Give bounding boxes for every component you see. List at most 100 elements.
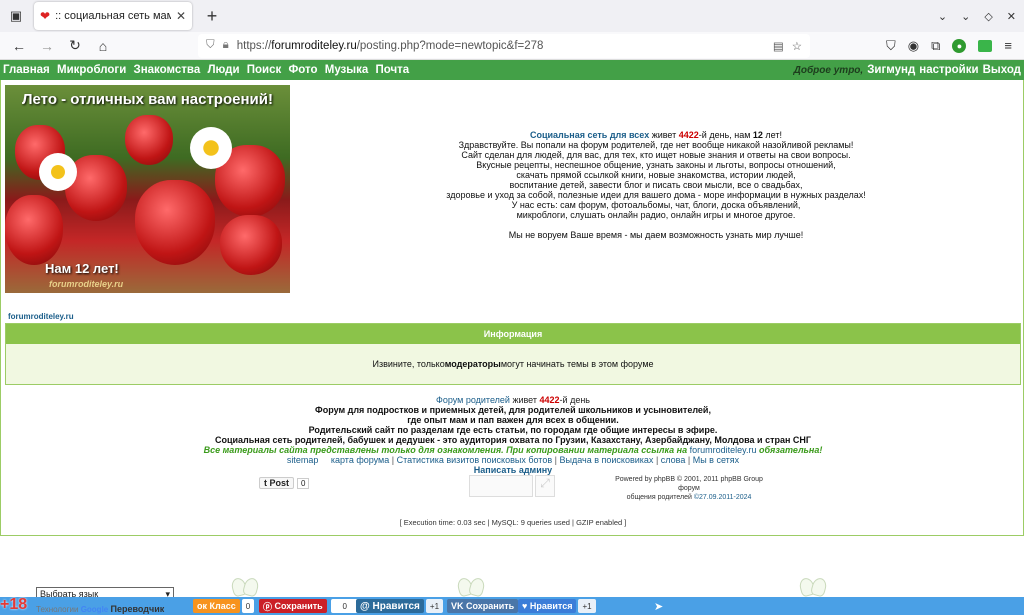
expand-icon[interactable]: ⤢ (535, 475, 555, 497)
like-icon: @ (360, 600, 373, 612)
words-link[interactable]: слова (661, 455, 686, 465)
pinterest-count: 0 (330, 599, 359, 613)
like-count: +1 (425, 599, 444, 613)
ok-count: 0 (241, 599, 255, 613)
pocket-icon[interactable]: ⛉ (886, 38, 896, 54)
window-controls: ⌄ ⌄ ◇ ✕ (938, 0, 1016, 32)
menu-people[interactable]: Люди (207, 64, 239, 76)
content-frame: Лето - отличных вам настроений! Нам 12 л… (0, 80, 1024, 536)
google-translate-credit: Технологии Google Переводчик (36, 604, 165, 614)
heart-count: +1 (578, 599, 596, 613)
like-button[interactable]: @ Нравится (356, 599, 424, 613)
tumblr-post-button[interactable]: t Post (259, 477, 295, 489)
footer-bold-line: Родительский сайт по разделам где есть с… (308, 425, 718, 435)
like-share: @ Нравится +1 (356, 599, 444, 613)
info-header: Информация (6, 324, 1020, 344)
greeting: Доброе утро, (793, 64, 864, 76)
tumblr-share: t Post 0 (259, 476, 310, 490)
chevron-down-icon[interactable]: ⌄ (938, 10, 947, 23)
heart-icon: ♥ (522, 601, 530, 611)
notice-site-link[interactable]: forumroditeley.ru (690, 445, 757, 455)
shield-icon: ⛉ (206, 39, 215, 51)
info-box: Информация Извините, только модераторы м… (5, 323, 1021, 385)
banner-image: Лето - отличных вам настроений! Нам 12 л… (5, 85, 290, 293)
forum-link[interactable]: Форум родителей (436, 395, 510, 405)
browser-tab-bar: ▣ ❤ :: социальная сеть мам и п ✕ + ⌄ ⌄ ◇… (0, 0, 1024, 32)
write-admin-link[interactable]: Написать админу (1, 465, 1024, 475)
browser-nav-bar: ← → ↻ ⌂ ⛉ 🔒︎ https://forumroditeley.ru/p… (0, 32, 1024, 60)
toolbar-icons: ⛉ ◉ ⧉ ● ≡ (886, 38, 1018, 54)
butterfly-decoration (458, 576, 484, 598)
menu-music[interactable]: Музыка (325, 64, 369, 76)
extensions-icon[interactable]: ⧉ (931, 38, 940, 54)
search-results-link[interactable]: Выдача в поисковиках (560, 455, 654, 465)
intro-line: скачать прямой ссылкой книги, новые знак… (516, 170, 796, 180)
menu-dating[interactable]: Знакомства (134, 64, 201, 76)
intro-line-1: Социальная сеть для всех живет 4422-й де… (529, 130, 783, 140)
vk-icon: VK (451, 601, 467, 611)
sitemap-link[interactable]: sitemap (287, 455, 319, 465)
reader-view-icon[interactable]: ▤ (773, 39, 784, 53)
extension-green-icon[interactable]: ● (952, 38, 967, 53)
intro-line: воспитание детей, завести блог и писать … (509, 180, 803, 190)
url-text: https://forumroditeley.ru/posting.php?mo… (236, 39, 544, 52)
minimize-icon[interactable]: ⌄ (961, 10, 970, 23)
site-link[interactable]: forumroditeley.ru (8, 312, 74, 321)
heart-share: ♥ Нравится +1 (518, 599, 596, 613)
user-link[interactable]: Зигмунд (867, 64, 915, 76)
intro-text: Социальная сеть для всех живет 4422-й де… (441, 130, 871, 240)
extension-green-square-icon[interactable] (978, 39, 993, 52)
copy-notice: Все материалы сайта представлены только … (203, 445, 823, 455)
close-window-icon[interactable]: ✕ (1007, 10, 1016, 23)
ok-share: ок Класс 0 (193, 599, 255, 613)
reload-icon[interactable]: ↻ (62, 33, 88, 59)
menu-search[interactable]: Поиск (247, 64, 282, 76)
intro-line: Вкусные рецепты, неспешное общение, узна… (476, 160, 836, 170)
tab-list-icon[interactable]: ▣ (2, 2, 30, 30)
account-icon[interactable]: ◉ (908, 38, 919, 54)
social-networks-link[interactable]: Мы в сетях (693, 455, 739, 465)
intro-closing: Мы не воруем Ваше время - мы даем возмож… (508, 230, 804, 240)
settings-link[interactable]: настройки (919, 64, 978, 76)
footer-bold-line: Социальная сеть родителей, бабушек и дед… (214, 435, 812, 445)
site-menu-right: Доброе утро, Зигмунд настройки Выход (794, 64, 1021, 76)
footer-bold-line: где опыт мам и пап важен для всех в обще… (407, 415, 619, 425)
vk-button[interactable]: VK Сохранить (447, 599, 519, 613)
butterfly-decoration (232, 576, 258, 598)
back-icon[interactable]: ← (6, 33, 32, 59)
url-bar[interactable]: ⛉ 🔒︎ https://forumroditeley.ru/posting.p… (198, 33, 810, 58)
new-tab-button[interactable]: + (198, 2, 226, 30)
social-network-link[interactable]: Социальная сеть для всех (530, 130, 649, 140)
pinterest-icon: ⓟ (263, 601, 275, 612)
intro-line: Здравствуйте. Вы попали на форум родител… (458, 140, 854, 150)
restore-icon[interactable]: ◇ (984, 10, 992, 23)
ok-button[interactable]: ок Класс (193, 599, 240, 613)
bookmark-star-icon[interactable]: ☆ (792, 39, 802, 53)
browser-tab[interactable]: ❤ :: социальная сеть мам и п ✕ (34, 2, 192, 30)
menu-mail[interactable]: Почта (375, 64, 409, 76)
footer-links: sitemap карта форума | Статистика визито… (286, 455, 740, 465)
home-icon[interactable]: ⌂ (90, 33, 116, 59)
menu-icon[interactable]: ≡ (1004, 38, 1012, 53)
counter-widget[interactable] (469, 475, 533, 497)
menu-photo[interactable]: Фото (288, 64, 317, 76)
tab-title: :: социальная сеть мам и п (55, 10, 171, 22)
site-menu-bar: Главная Микроблоги Знакомства Люди Поиск… (0, 60, 1024, 80)
tumblr-icon: t (264, 478, 267, 488)
menu-microblogs[interactable]: Микроблоги (57, 64, 126, 76)
info-message: Извините, только модераторы могут начина… (6, 344, 1020, 384)
execution-stats: [ Execution time: 0.03 sec | MySQL: 9 qu… (399, 518, 627, 527)
intro-line: здоровье и уход за собой, полезные идеи … (446, 190, 866, 200)
footer-line-1: Форум родителей живет 4422-й день (436, 395, 590, 405)
heart-button[interactable]: ♥ Нравится (518, 599, 577, 613)
telegram-icon[interactable]: ➤ (654, 599, 663, 613)
banner-age: Нам 12 лет! (45, 261, 119, 276)
forum-map-link[interactable]: карта форума (331, 455, 389, 465)
close-tab-icon[interactable]: ✕ (176, 9, 186, 23)
bot-stats-link[interactable]: Статистика визитов поисковых ботов (397, 455, 553, 465)
favicon-heart-icon: ❤ (40, 9, 51, 23)
pinterest-button[interactable]: ⓟ Сохранить (259, 599, 327, 613)
menu-home[interactable]: Главная (3, 64, 50, 76)
forward-icon[interactable]: → (34, 33, 60, 59)
logout-link[interactable]: Выход (983, 64, 1021, 76)
